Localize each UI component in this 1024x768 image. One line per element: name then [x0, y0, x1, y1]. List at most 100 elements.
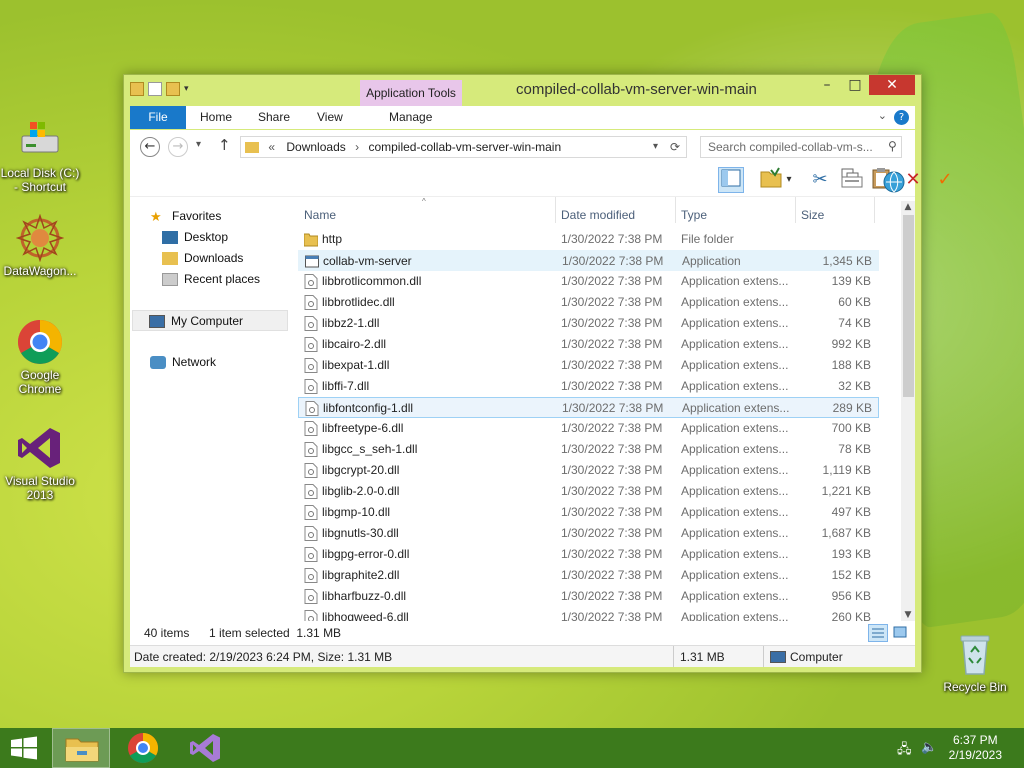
maximize-button[interactable]: □ [841, 75, 869, 95]
taskbar-visual-studio[interactable] [176, 728, 234, 768]
desktop-icon-local-disk[interactable]: Local Disk (C:) - Shortcut [0, 116, 80, 194]
tab-file[interactable]: File [130, 106, 186, 129]
column-divider[interactable] [555, 197, 556, 223]
nav-network[interactable]: Network [150, 352, 216, 373]
help-icon[interactable]: ? [894, 110, 909, 125]
nav-downloads[interactable]: Downloads [162, 248, 243, 269]
column-header-type[interactable]: Type [681, 205, 707, 225]
rename-check-icon[interactable]: ✓ [932, 167, 958, 193]
title-bar[interactable]: ▾ Application Tools compiled-collab-vm-s… [124, 75, 921, 106]
breadcrumb-downloads[interactable]: Downloads [286, 140, 345, 154]
file-row[interactable]: libbrotlicommon.dll 1/30/2022 7:38 PM Appl… [298, 271, 879, 292]
file-row[interactable]: libglib-2.0-0.dll 1/30/2022 7:38 PM Applic… [298, 481, 879, 502]
customize-qat-icon[interactable]: ▾ [184, 82, 198, 96]
nav-my-computer[interactable]: My Computer [132, 310, 288, 331]
cut-icon[interactable]: ✂ [807, 167, 833, 193]
taskbar-chrome[interactable] [114, 728, 172, 768]
folder-icon[interactable] [130, 82, 144, 96]
recent-places-icon [162, 273, 178, 287]
file-row[interactable]: libgpg-error-0.dll 1/30/2022 7:38 PM Appli… [298, 544, 879, 565]
file-row[interactable]: libgcc_s_seh-1.dll 1/30/2022 7:38 PM Appli… [298, 439, 879, 460]
file-row[interactable]: collab-vm-server 1/30/2022 7:38 PM Applica… [298, 250, 879, 271]
expand-ribbon-icon[interactable]: ⌄ [878, 109, 887, 122]
file-row[interactable]: libbz2-1.dll 1/30/2022 7:38 PM Application… [298, 313, 879, 334]
nav-desktop[interactable]: Desktop [162, 227, 228, 248]
column-divider[interactable] [874, 197, 875, 223]
refresh-icon[interactable]: ⟳ [670, 137, 680, 157]
file-type: File folder [681, 232, 734, 246]
preview-pane-icon[interactable] [718, 167, 744, 193]
file-row[interactable]: libfreetype-6.dll 1/30/2022 7:38 PM Applic… [298, 418, 879, 439]
column-header-name[interactable]: Name [304, 205, 336, 225]
desktop-icon-recycle-bin[interactable]: Recycle Bin [935, 630, 1015, 694]
address-field[interactable]: « Downloads › compiled-collab-vm-server-… [240, 136, 687, 158]
file-row[interactable]: libharfbuzz-0.dll 1/30/2022 7:38 PM Applic… [298, 586, 879, 607]
file-row[interactable]: libfontconfig-1.dll 1/30/2022 7:38 PM Appl… [298, 397, 879, 418]
file-row[interactable]: libhogweed-6.dll 1/30/2022 7:38 PM Applica… [298, 607, 879, 621]
file-type: Application extens... [681, 337, 789, 351]
desktop-icon-datawagon[interactable]: DataWagon... [0, 213, 80, 278]
tab-home[interactable]: Home [200, 106, 232, 129]
volume-tray-icon[interactable]: 🔈 [921, 740, 937, 755]
up-arrow-icon[interactable]: ↑ [218, 136, 231, 154]
recent-locations-chevron-icon[interactable]: ▾ [196, 139, 201, 150]
file-row[interactable]: libbrotlidec.dll 1/30/2022 7:38 PM Applica… [298, 292, 879, 313]
dll-file-icon [304, 274, 318, 289]
network-tray-icon[interactable]: 🖧 [897, 740, 912, 762]
close-button[interactable]: ✕ [869, 75, 915, 95]
scroll-up-arrow-icon[interactable]: ▲ [901, 201, 915, 213]
folder-options-icon[interactable] [758, 167, 784, 193]
globe-icon[interactable] [881, 169, 907, 195]
divider [763, 646, 764, 667]
file-row[interactable]: libgnutls-30.dll 1/30/2022 7:38 PM Applica… [298, 523, 879, 544]
column-divider[interactable] [795, 197, 796, 223]
vertical-scrollbar[interactable]: ▲ ▼ [901, 201, 915, 621]
back-button[interactable]: ← [140, 137, 160, 157]
tab-manage[interactable]: Manage [389, 106, 432, 129]
nav-desktop-label: Desktop [184, 230, 229, 244]
folder-options-dropdown-icon[interactable]: ▾ [782, 167, 796, 193]
file-date: 1/30/2022 7:38 PM [562, 254, 664, 268]
search-icon[interactable]: ⚲ [888, 139, 897, 153]
nav-favorites[interactable]: ★ Favorites [150, 206, 221, 227]
clock[interactable]: 6:37 PM 2/19/2023 [949, 733, 1002, 763]
scrollbar-thumb[interactable] [903, 215, 914, 397]
file-row[interactable]: libexpat-1.dll 1/30/2022 7:38 PM Applicati… [298, 355, 879, 376]
taskbar-file-explorer[interactable] [52, 728, 110, 768]
large-icons-view-icon[interactable] [891, 624, 911, 642]
file-row[interactable]: libgmp-10.dll 1/30/2022 7:38 PM Applicatio… [298, 502, 879, 523]
address-dropdown-icon[interactable]: ▾ [653, 137, 658, 157]
search-input[interactable]: Search compiled-collab-vm-s... [700, 136, 902, 158]
desktop-icon-chrome[interactable]: Google Chrome [0, 318, 80, 396]
tab-view[interactable]: View [317, 106, 343, 129]
properties-panel-icon[interactable] [839, 169, 865, 195]
file-row[interactable]: libffi-7.dll 1/30/2022 7:38 PM Application… [298, 376, 879, 397]
file-row[interactable]: libcairo-2.dll 1/30/2022 7:38 PM Applicati… [298, 334, 879, 355]
column-header-date[interactable]: Date modified [561, 205, 635, 225]
desktop-icon-visual-studio[interactable]: Visual Studio 2013 [0, 424, 80, 502]
file-row[interactable]: libgraphite2.dll 1/30/2022 7:38 PM Applica… [298, 565, 879, 586]
breadcrumb-separator-icon[interactable]: › [355, 140, 359, 154]
new-folder-icon[interactable] [166, 82, 180, 96]
breadcrumb-overflow[interactable]: « [268, 140, 275, 154]
start-button[interactable] [0, 728, 48, 768]
file-row[interactable]: libgcrypt-20.dll 1/30/2022 7:38 PM Applica… [298, 460, 879, 481]
file-name: libgnutls-30.dll [322, 526, 399, 540]
file-date: 1/30/2022 7:38 PM [561, 295, 663, 309]
breadcrumb-current[interactable]: compiled-collab-vm-server-win-main [368, 140, 561, 154]
file-row[interactable]: http 1/30/2022 7:38 PM File folder [298, 229, 879, 250]
file-size: 1,687 KB [821, 526, 871, 540]
item-count: 40 items [144, 626, 190, 640]
nav-recent-places[interactable]: Recent places [162, 269, 260, 290]
tab-share[interactable]: Share [258, 106, 290, 129]
sort-ascending-icon: ^ [422, 197, 426, 206]
column-divider[interactable] [675, 197, 676, 223]
file-name: libgraphite2.dll [322, 568, 400, 582]
minimize-button[interactable]: – [813, 75, 841, 95]
forward-button[interactable]: → [168, 137, 188, 157]
properties-icon[interactable] [148, 82, 162, 96]
details-view-icon[interactable] [868, 624, 888, 642]
scroll-down-arrow-icon[interactable]: ▼ [901, 609, 915, 621]
column-header-size[interactable]: Size [801, 205, 824, 225]
file-type: Application extens... [681, 463, 789, 477]
